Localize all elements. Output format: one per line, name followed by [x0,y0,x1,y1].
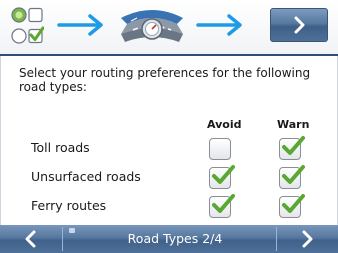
right-arrow-icon [57,12,107,38]
forward-button[interactable] [276,225,338,253]
road-gauge-icon [117,4,187,48]
green-check-icon [282,165,305,184]
green-check-icon [212,194,235,213]
unsurfaced-roads-warn-checkbox[interactable] [279,165,305,189]
unsurfaced-roads-avoid-checkbox[interactable] [209,165,235,189]
toll-roads-avoid-checkbox[interactable] [209,138,231,160]
chevron-left-icon [25,230,36,248]
right-arrow-icon [196,12,246,38]
back-button[interactable] [0,225,62,253]
green-check-icon [282,136,305,155]
chevron-right-icon [302,230,313,248]
row-label-unsurfaced-roads: Unsurfaced roads [31,169,141,184]
avoid-column-header: Avoid [207,118,242,131]
toll-roads-warn-checkbox[interactable] [279,136,305,160]
next-button[interactable] [270,8,328,42]
wizard-header [0,0,338,54]
green-check-icon [282,194,305,213]
options-icon [10,5,45,47]
ferry-routes-warn-checkbox[interactable] [279,194,305,218]
green-check-icon [212,165,235,184]
warn-column-header: Warn [277,118,310,131]
row-label-ferry-routes: Ferry routes [31,198,107,213]
instruction-text: Select your routing preferences for the … [19,66,311,94]
road-types-panel: Select your routing preferences for the … [0,56,338,225]
divider [62,227,63,251]
page-marker [69,228,75,233]
row-label-toll-roads: Toll roads [31,140,90,155]
ferry-routes-avoid-checkbox[interactable] [209,194,235,218]
page-title: Road Types 2/4 [127,231,223,246]
chevron-right-icon [294,16,305,34]
bottom-nav-bar: Road Types 2/4 [0,225,338,253]
